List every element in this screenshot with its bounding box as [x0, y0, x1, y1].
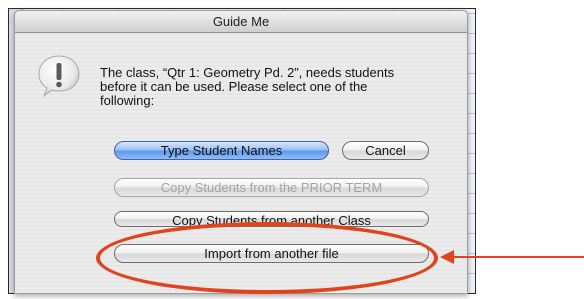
type-student-names-button[interactable]: Type Student Names [114, 141, 329, 160]
copy-students-another-class-button[interactable]: Copy Students from another Class [114, 211, 429, 227]
callout-arrow-icon [440, 250, 584, 264]
cancel-button[interactable]: Cancel [342, 141, 429, 160]
dialog-title: Guide Me [212, 14, 270, 29]
guide-me-dialog: Guide Me The class, “Qtr 1: Geometry Pd.… [14, 10, 468, 294]
dialog-message: The class, “Qtr 1: Geometry Pd. 2”, need… [100, 65, 395, 108]
copy-students-prior-term-button: Copy Students from the PRIOR TERM [114, 178, 429, 197]
import-from-another-file-button[interactable]: Import from another file [114, 244, 429, 263]
dialog-titlebar: Guide Me [15, 11, 467, 33]
alert-exclamation-icon [38, 55, 80, 98]
